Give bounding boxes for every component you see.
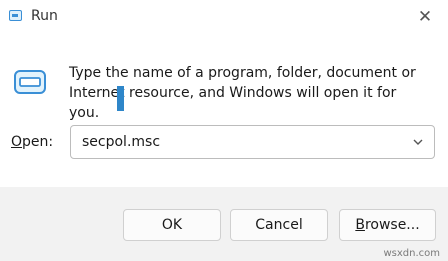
run-dialog-icon xyxy=(14,70,46,94)
open-label-accelerator: O xyxy=(11,134,23,150)
window-title: Run xyxy=(31,8,58,24)
open-label: Open: xyxy=(11,134,53,150)
browse-accelerator: B xyxy=(355,217,365,233)
close-button[interactable]: ✕ xyxy=(402,0,448,34)
browse-label: rowse... xyxy=(364,217,420,233)
open-input-value[interactable]: secpol.msc xyxy=(82,134,160,150)
ok-button[interactable]: OK xyxy=(123,209,221,241)
chevron-down-icon[interactable] xyxy=(412,136,424,148)
watermark-text: wsxdn.com xyxy=(383,248,440,259)
run-app-icon xyxy=(9,10,22,21)
browse-button[interactable]: Browse... xyxy=(339,209,436,241)
cancel-button[interactable]: Cancel xyxy=(230,209,328,241)
description-line-1: Type the name of a program, folder, docu… xyxy=(69,65,416,81)
text-cursor-marker xyxy=(117,86,124,111)
title-bar: Run ✕ xyxy=(0,0,448,34)
open-label-text: pen: xyxy=(22,134,54,150)
open-combobox[interactable]: secpol.msc xyxy=(70,125,435,159)
close-icon: ✕ xyxy=(417,7,433,27)
